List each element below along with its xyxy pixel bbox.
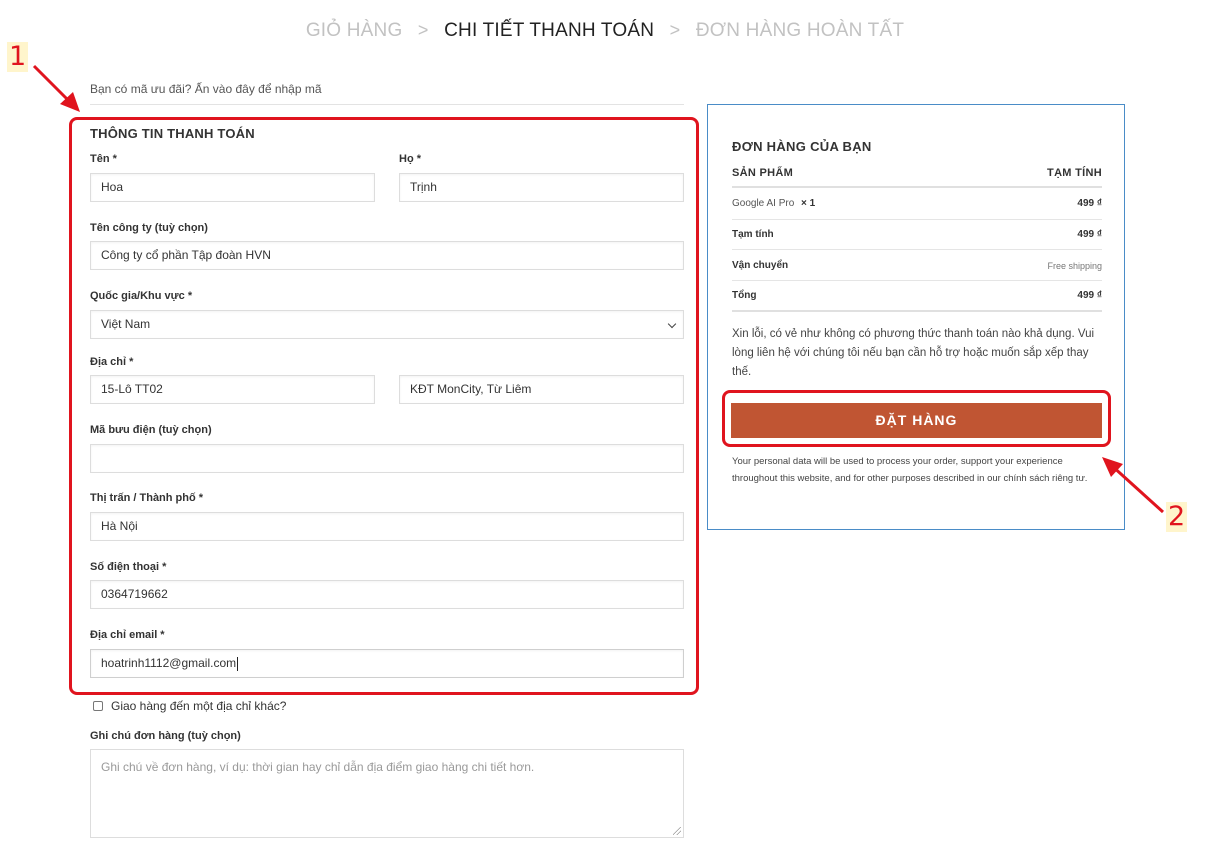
marker-2: 2 [1166, 501, 1188, 532]
marker-1: 1 [7, 41, 29, 72]
annotation-arrows [32, 64, 1165, 514]
arrow-2-line [1109, 463, 1165, 514]
